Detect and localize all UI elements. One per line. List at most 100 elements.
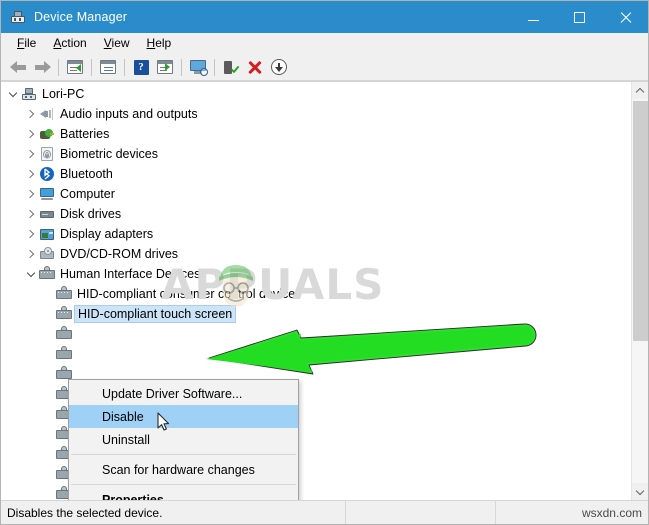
tree-row-biometric[interactable]: Biometric devices: [1, 144, 631, 164]
monitor-icon: [39, 186, 55, 202]
scroll-down-icon[interactable]: [632, 483, 648, 500]
hid-icon: [56, 306, 72, 322]
chevron-right-icon[interactable]: [23, 211, 39, 217]
tree-row-label: Human Interface Devices: [60, 267, 201, 281]
device-tree-panel: APPUALS Lori-PC Audio inputs and outputs…: [1, 81, 648, 500]
battery-icon: [39, 126, 55, 142]
minimize-button[interactable]: [510, 1, 556, 33]
toolbar-separator: [181, 58, 182, 76]
tree-row-label: HID-compliant consumer control device: [77, 287, 296, 301]
status-middle-panel: [346, 501, 496, 524]
status-message: Disables the selected device.: [1, 501, 346, 524]
context-menu-item-label: Update Driver Software...: [102, 386, 243, 401]
tree-row-hidden[interactable]: [1, 344, 631, 364]
tree-row-audio[interactable]: Audio inputs and outputs: [1, 104, 631, 124]
toolbar-separator: [91, 58, 92, 76]
vertical-scrollbar[interactable]: [631, 82, 648, 500]
bluetooth-icon: [39, 166, 55, 182]
context-menu-separator: [71, 484, 296, 485]
fingerprint-icon: [39, 146, 55, 162]
tree-row-batteries[interactable]: Batteries: [1, 124, 631, 144]
update-driver-icon[interactable]: [219, 56, 243, 79]
chevron-right-icon[interactable]: [23, 171, 39, 177]
status-watermark: wsxdn.com: [581, 505, 642, 520]
disk-icon: [39, 206, 55, 222]
context-menu-item-uninstall[interactable]: Uninstall: [69, 428, 298, 451]
tree-row-hid-touch-screen[interactable]: HID-compliant touch screen: [1, 304, 631, 324]
menu-file[interactable]: File: [9, 34, 45, 52]
back-icon[interactable]: [6, 56, 30, 79]
computer-icon: [21, 86, 37, 102]
chevron-right-icon[interactable]: [23, 191, 39, 197]
chevron-right-icon[interactable]: [23, 111, 39, 117]
toolbar-separator: [58, 58, 59, 76]
chevron-down-icon[interactable]: [5, 90, 21, 99]
disable-device-icon[interactable]: [267, 56, 291, 79]
device-manager-window: Device Manager File Action View Help ? A…: [0, 0, 649, 525]
chevron-right-icon[interactable]: [23, 251, 39, 257]
maximize-button[interactable]: [556, 1, 602, 33]
context-menu[interactable]: Update Driver Software... Disable Uninst…: [68, 379, 299, 500]
title-bar: Device Manager: [1, 1, 648, 33]
tree-row-label: DVD/CD-ROM drives: [60, 247, 179, 261]
chevron-right-icon[interactable]: [23, 151, 39, 157]
context-menu-item-label: Scan for hardware changes: [102, 462, 255, 477]
speaker-icon: [39, 106, 55, 122]
toolbar: ?: [1, 54, 648, 81]
tree-row-label: Lori-PC: [42, 87, 85, 101]
device-manager-icon: [10, 9, 26, 25]
status-bar: Disables the selected device. wsxdn.com: [1, 500, 648, 524]
menu-bar: File Action View Help: [1, 33, 648, 54]
tree-row-human-interface-devices[interactable]: Human Interface Devices: [1, 264, 631, 284]
hid-icon: [56, 326, 72, 342]
tree-row-root[interactable]: Lori-PC: [1, 84, 631, 104]
tree-row-disk-drives[interactable]: Disk drives: [1, 204, 631, 224]
window-title: Device Manager: [34, 10, 128, 24]
chevron-down-icon[interactable]: [23, 270, 39, 279]
tree-row-label: Bluetooth: [60, 167, 113, 181]
menu-view[interactable]: View: [96, 34, 139, 52]
toolbar-separator: [124, 58, 125, 76]
tree-row-label: Computer: [60, 187, 115, 201]
chevron-right-icon[interactable]: [23, 231, 39, 237]
tree-row-label: Audio inputs and outputs: [60, 107, 198, 121]
context-menu-separator: [71, 454, 296, 455]
context-menu-item-properties[interactable]: Properties: [69, 488, 298, 501]
tree-row-label: Biometric devices: [60, 147, 158, 161]
context-menu-item-update-driver[interactable]: Update Driver Software...: [69, 382, 298, 405]
tree-row-label: Disk drives: [60, 207, 122, 221]
tree-row-label: Batteries: [60, 127, 110, 141]
optical-drive-icon: [39, 246, 55, 262]
menu-help[interactable]: Help: [139, 34, 181, 52]
context-menu-item-label: Properties: [102, 492, 164, 501]
properties-icon[interactable]: [96, 56, 120, 79]
tree-row-label: HID-compliant touch screen: [74, 305, 237, 323]
context-menu-item-label: Disable: [102, 409, 144, 424]
hid-icon: [39, 266, 55, 282]
context-menu-item-scan-hardware[interactable]: Scan for hardware changes: [69, 458, 298, 481]
context-menu-item-disable[interactable]: Disable: [69, 405, 298, 428]
hid-icon: [56, 286, 72, 302]
context-menu-item-label: Uninstall: [102, 432, 150, 447]
uninstall-device-icon[interactable]: [243, 56, 267, 79]
scrollbar-thumb[interactable]: [633, 101, 648, 341]
tree-row-computer[interactable]: Computer: [1, 184, 631, 204]
close-button[interactable]: [602, 1, 648, 33]
menu-action[interactable]: Action: [45, 34, 95, 52]
help-icon[interactable]: ?: [129, 56, 153, 79]
hid-icon: [56, 346, 72, 362]
forward-icon[interactable]: [30, 56, 54, 79]
tree-row-display-adapters[interactable]: Display adapters: [1, 224, 631, 244]
scroll-up-icon[interactable]: [632, 82, 648, 99]
show-hide-action-pane-icon[interactable]: [153, 56, 177, 79]
show-hide-console-tree-icon[interactable]: [63, 56, 87, 79]
tree-row-bluetooth[interactable]: Bluetooth: [1, 164, 631, 184]
tree-row-dvd-cdrom[interactable]: DVD/CD-ROM drives: [1, 244, 631, 264]
toolbar-separator: [214, 58, 215, 76]
tree-row-hid-consumer-control[interactable]: HID-compliant consumer control device: [1, 284, 631, 304]
scan-display-icon[interactable]: [186, 56, 210, 79]
window-controls: [510, 1, 648, 33]
tree-row-hidden[interactable]: [1, 324, 631, 344]
display-adapter-icon: [39, 226, 55, 242]
chevron-right-icon[interactable]: [23, 131, 39, 137]
